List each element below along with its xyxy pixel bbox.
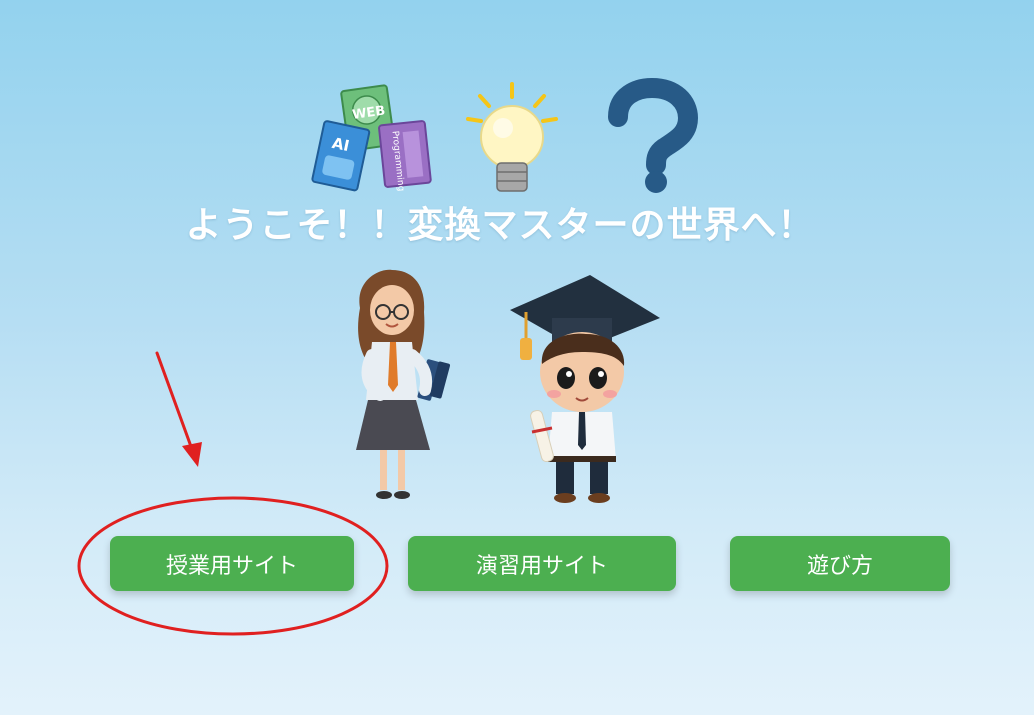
- teacher-illustration: [356, 269, 451, 499]
- practice-site-button[interactable]: 演習用サイト: [408, 536, 676, 591]
- how-to-play-button[interactable]: 遊び方: [730, 536, 950, 591]
- lesson-site-button[interactable]: 授業用サイト: [110, 536, 354, 591]
- arrow-annotation: [155, 351, 202, 467]
- characters-illustration: [356, 269, 660, 503]
- books-icon: WEB AI Programming: [311, 84, 432, 192]
- svg-text:AI: AI: [330, 134, 351, 155]
- lightbulb-icon: [466, 82, 558, 192]
- graduate-illustration: [510, 275, 660, 503]
- question-mark-icon: [608, 77, 699, 193]
- page-title: ようこそ！！変換マスターの世界へ！: [185, 205, 815, 246]
- hero-icons: WEB AI Programming: [311, 77, 699, 193]
